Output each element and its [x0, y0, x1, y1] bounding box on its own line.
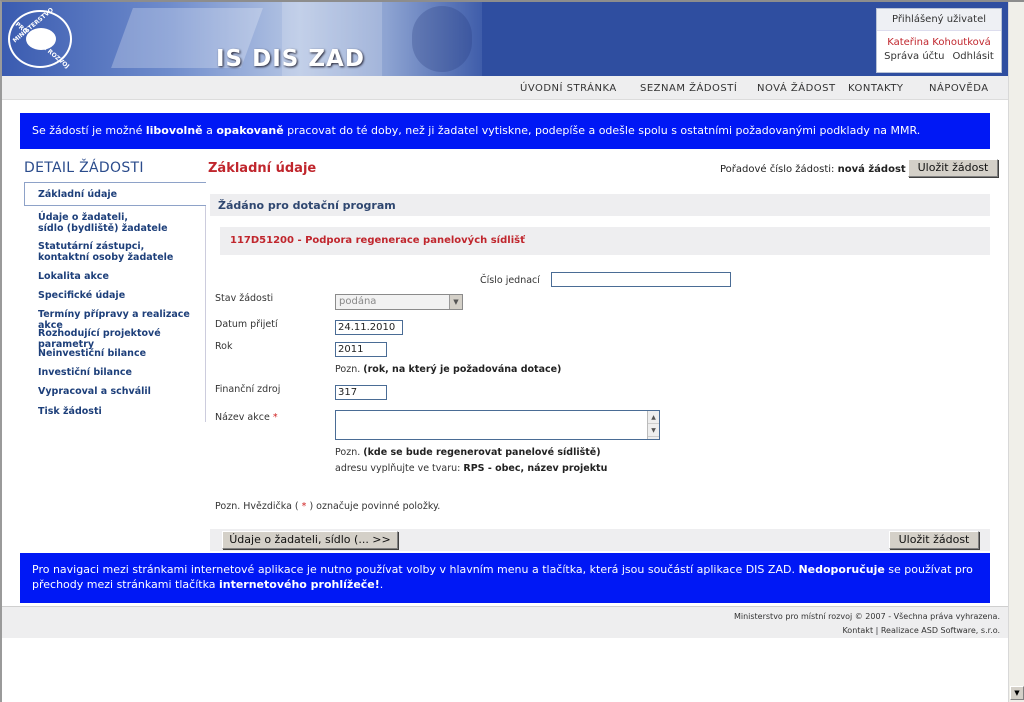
footer: Ministerstvo pro místní rozvoj © 2007 - … [2, 606, 1008, 638]
nav-request-list[interactable]: SEZNAM ŽÁDOSTÍ [640, 83, 737, 94]
info-text: . [379, 578, 384, 591]
status-value: podána [339, 296, 377, 307]
sidebar-item-print[interactable]: Tisk žádosti [38, 406, 102, 417]
logout-link[interactable]: Odhlásit [952, 51, 993, 62]
sidebar-item-location[interactable]: Lokalita akce [38, 271, 109, 282]
info-banner-bottom: Pro navigaci mezi stránkami internetové … [20, 553, 990, 603]
save-button-top[interactable]: Uložit žádost [908, 159, 998, 177]
info-text: Pro navigaci mezi stránkami internetové … [32, 563, 799, 576]
user-links: Správa účtu Odhlásit [877, 51, 1001, 62]
nav-home[interactable]: ÚVODNÍ STRÁNKA [520, 83, 617, 94]
info-emphasis: opakovaně [216, 124, 284, 137]
sequence-value: nová žádost [837, 164, 906, 175]
banner-photo [412, 6, 472, 72]
required-star: * [272, 412, 278, 423]
hint-text: RPS - obec, název projektu [463, 463, 608, 474]
sequence-label: Pořadové číslo žádosti: [720, 164, 835, 175]
scroll-up-icon[interactable]: ▲ [648, 411, 659, 424]
note-text: (kde se bude regenerovat panelové sídliš… [363, 447, 601, 458]
required-note: Pozn. Hvězdička ( * ) označuje povinné p… [215, 501, 440, 512]
received-date-label: Datum přijetí [215, 319, 278, 330]
main-nav: ÚVODNÍ STRÁNKA SEZNAM ŽÁDOSTÍ NOVÁ ŽÁDOS… [2, 76, 1008, 100]
sidebar-item-statutory[interactable]: kontaktní osoby žadatele [38, 252, 173, 263]
note-text: (rok, na který je požadována dotace) [363, 364, 562, 375]
nav-contacts[interactable]: KONTAKTY [848, 83, 904, 94]
required-note-text: Pozn. Hvězdička ( [215, 501, 299, 512]
user-name: Kateřina Kohoutková [887, 37, 991, 48]
sidebar-item-statutory[interactable]: Statutární zástupci, [38, 241, 144, 252]
save-button-bottom[interactable]: Uložit žádost [889, 531, 979, 549]
sidebar-item-basic-data[interactable]: Základní údaje [38, 189, 117, 200]
scroll-down-icon[interactable]: ▼ [648, 424, 659, 437]
year-label: Rok [215, 341, 233, 352]
sidebar-item-specific[interactable]: Specifické údaje [38, 290, 125, 301]
sidebar-item-invest[interactable]: Investiční bilance [38, 367, 132, 378]
sequence-number: Pořadové číslo žádosti: nová žádost [720, 164, 906, 175]
vertical-scrollbar[interactable]: ▼ [1008, 2, 1024, 702]
user-box: Přihlášený uživatel Kateřina Kohoutková … [876, 8, 1002, 73]
sidebar-menu: Základní údaje Údaje o žadateli, sídlo (… [24, 182, 206, 422]
info-text: Se žádostí je možné [32, 124, 146, 137]
chevron-down-icon[interactable]: ▼ [449, 295, 462, 309]
textarea-scrollbar[interactable]: ▲ ▼ [647, 411, 659, 439]
sidebar-item-parameters[interactable]: Rozhodující projektové parametry [38, 328, 205, 350]
user-box-heading: Přihlášený uživatel [877, 9, 1001, 31]
ref-number-label: Číslo jednací [480, 275, 540, 286]
header-banner: MINISTERSTVO PRO MÍSTNÍ ROZVOJ IS DIS ZA… [2, 2, 482, 76]
action-name-label: Název akce * [215, 412, 278, 423]
app-title: IS DIS ZAD [216, 46, 365, 72]
info-banner-top: Se žádostí je možné libovolně a opakovan… [20, 113, 990, 149]
info-emphasis: Nedoporučuje [798, 563, 885, 576]
copyright-text: Ministerstvo pro místní rozvoj © 2007 - … [733, 612, 1000, 621]
sidebar-item-prepared[interactable]: Vypracoval a schválil [38, 386, 151, 397]
program-name: 117D51200 - Podpora regenerace panelovýc… [220, 227, 990, 255]
status-select[interactable]: podána ▼ [335, 294, 463, 310]
status-label: Stav žádosti [215, 293, 274, 304]
info-emphasis: internetového prohlížeče! [218, 578, 380, 591]
sidebar-item-applicant[interactable]: sídlo (bydliště) žadatele [38, 223, 168, 234]
scroll-down-icon[interactable]: ▼ [1010, 686, 1024, 700]
hint-prefix: adresu vyplňujte ve tvaru: [335, 463, 461, 474]
action-name-hint: adresu vyplňujte ve tvaru: RPS - obec, n… [335, 463, 607, 474]
note-prefix: Pozn. [335, 364, 361, 375]
sidebar-item-noninvest[interactable]: Neinvestiční bilance [38, 348, 146, 359]
required-star: * [301, 501, 307, 512]
required-note-text: ) označuje povinné položky. [309, 501, 441, 512]
header: MINISTERSTVO PRO MÍSTNÍ ROZVOJ IS DIS ZA… [2, 2, 1008, 76]
next-page-button[interactable]: Údaje o žadateli, sídlo (... >> [222, 531, 398, 549]
info-text: a [202, 124, 217, 137]
action-name-textarea[interactable]: ▲ ▼ [335, 410, 660, 440]
sidebar-item-applicant[interactable]: Údaje o žadateli, [38, 212, 128, 223]
account-link[interactable]: Správa účtu [884, 51, 944, 62]
page: MINISTERSTVO PRO MÍSTNÍ ROZVOJ IS DIS ZA… [2, 2, 1008, 700]
section-heading: Žádáno pro dotační program [210, 194, 990, 216]
year-input[interactable]: 2011 [335, 342, 387, 357]
info-emphasis: libovolně [145, 124, 203, 137]
info-text: pracovat do té doby, než ji žadatel vyti… [283, 124, 921, 137]
sidebar-title: DETAIL ŽÁDOSTI [24, 160, 144, 176]
note-prefix: Pozn. [335, 447, 361, 458]
action-name-label-text: Název akce [215, 412, 270, 423]
year-note: Pozn. (rok, na který je požadována dotac… [335, 364, 561, 375]
received-date-input[interactable]: 24.11.2010 [335, 320, 403, 335]
page-title: Základní údaje [208, 161, 317, 176]
action-name-note: Pozn. (kde se bude regenerovat panelové … [335, 447, 601, 458]
footer-links[interactable]: Kontakt | Realizace ASD Software, s.r.o. [842, 626, 1000, 635]
nav-new-request[interactable]: NOVÁ ŽÁDOST [757, 83, 836, 94]
nav-help[interactable]: NÁPOVĚDA [929, 83, 989, 94]
funding-input[interactable]: 317 [335, 385, 387, 400]
ref-number-input[interactable] [551, 272, 731, 287]
funding-label: Finanční zdroj [215, 384, 281, 395]
